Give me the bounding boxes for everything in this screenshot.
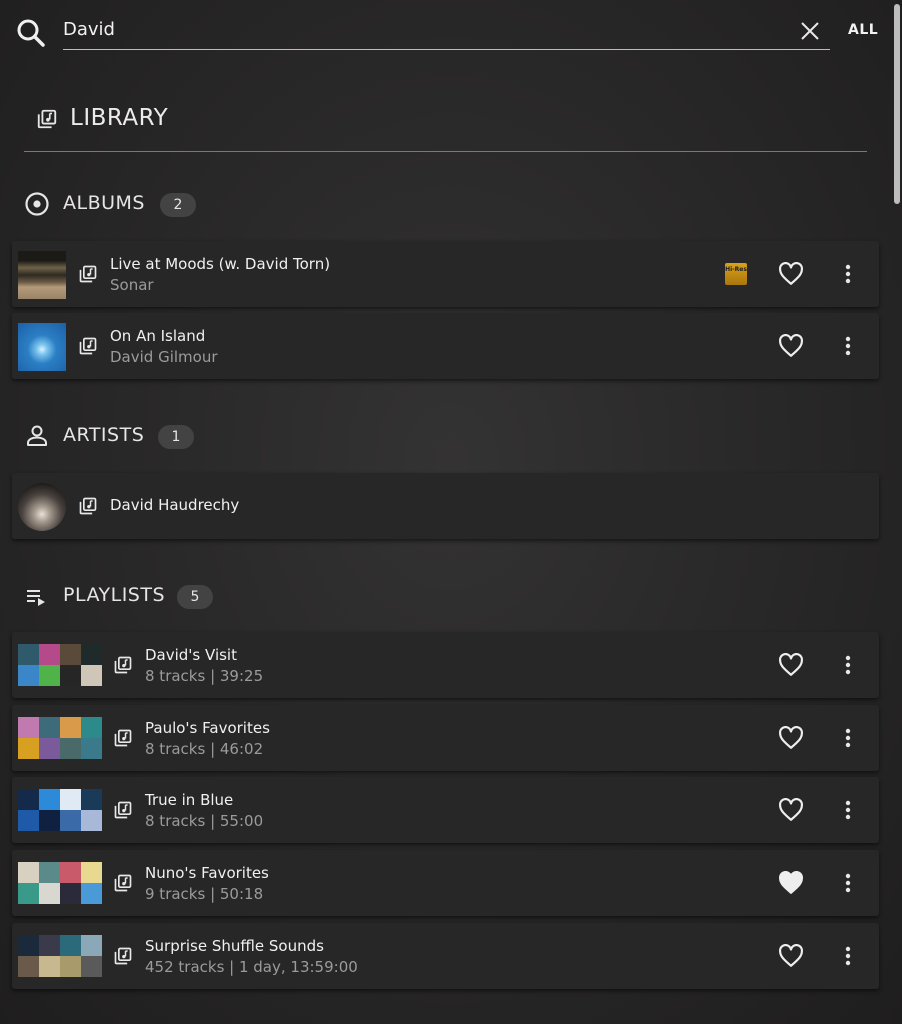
- more-options-icon[interactable]: [838, 653, 858, 677]
- playlist-cover-mosaic: [18, 644, 102, 686]
- search-icon[interactable]: [15, 17, 47, 49]
- artist-row[interactable]: David Haudrechy: [12, 473, 879, 539]
- album-artist: Sonar: [110, 276, 154, 294]
- artists-title: ARTISTS: [63, 424, 145, 446]
- albums-section-header: ALBUMS 2: [24, 189, 324, 219]
- library-header: LIBRARY: [24, 100, 867, 152]
- playlist-meta: 452 tracks | 1 day, 13:59:00: [145, 958, 358, 976]
- album-disc-icon: [25, 192, 49, 216]
- scrollbar[interactable]: [894, 4, 900, 1020]
- more-options-icon[interactable]: [838, 334, 858, 358]
- playlists-count-badge: 5: [177, 585, 213, 609]
- more-options-icon[interactable]: [838, 726, 858, 750]
- library-icon: [113, 946, 133, 966]
- more-options-icon[interactable]: [838, 262, 858, 286]
- heart-filled-icon[interactable]: [778, 871, 804, 895]
- artist-avatar: [18, 483, 66, 531]
- heart-icon[interactable]: [778, 653, 804, 677]
- playlists-section-header: PLAYLISTS 5: [24, 581, 324, 611]
- playlist-row[interactable]: Surprise Shuffle Sounds 452 tracks | 1 d…: [12, 923, 879, 989]
- albums-title: ALBUMS: [63, 192, 145, 214]
- playlist-meta: 8 tracks | 39:25: [145, 667, 264, 685]
- more-options-icon[interactable]: [838, 944, 858, 968]
- album-row[interactable]: On An Island David Gilmour: [12, 313, 879, 379]
- playlist-cover-mosaic: [18, 717, 102, 759]
- playlist-title: David's Visit: [145, 646, 237, 664]
- search-scope-button[interactable]: ALL: [848, 22, 878, 38]
- playlist-cover-mosaic: [18, 789, 102, 831]
- playlist-meta: 8 tracks | 55:00: [145, 812, 264, 830]
- library-icon: [113, 800, 133, 820]
- playlist-icon: [27, 590, 45, 606]
- playlist-row[interactable]: Paulo's Favorites 8 tracks | 46:02: [12, 705, 879, 771]
- heart-icon[interactable]: [778, 334, 804, 358]
- album-artist: David Gilmour: [110, 348, 218, 366]
- album-row[interactable]: Live at Moods (w. David Torn) Sonar Hi-R…: [12, 241, 879, 307]
- artist-name: David Haudrechy: [110, 496, 240, 514]
- playlist-row[interactable]: David's Visit 8 tracks | 39:25: [12, 632, 879, 698]
- playlist-meta: 8 tracks | 46:02: [145, 740, 264, 758]
- playlists-title: PLAYLISTS: [63, 584, 166, 606]
- artists-count-badge: 1: [158, 425, 194, 449]
- playlist-cover-mosaic: [18, 935, 102, 977]
- playlist-title: Nuno's Favorites: [145, 864, 269, 882]
- albums-count-badge: 2: [160, 193, 196, 217]
- library-icon: [113, 655, 133, 675]
- playlist-meta: 9 tracks | 50:18: [145, 885, 264, 903]
- library-icon: [78, 264, 98, 284]
- library-icon: [78, 496, 98, 516]
- album-cover: [18, 323, 66, 371]
- library-icon: [113, 728, 133, 748]
- album-title: Live at Moods (w. David Torn): [110, 255, 331, 273]
- search-bar: ALL: [0, 0, 890, 62]
- library-icon: [113, 873, 133, 893]
- heart-icon[interactable]: [778, 262, 804, 286]
- person-icon: [27, 425, 47, 446]
- close-icon[interactable]: [799, 20, 821, 42]
- playlist-title: True in Blue: [145, 791, 234, 809]
- search-input[interactable]: [63, 14, 830, 50]
- hires-badge: Hi-Res: [725, 263, 747, 285]
- playlist-cover-mosaic: [18, 862, 102, 904]
- album-cover: [18, 251, 66, 299]
- playlist-title: Surprise Shuffle Sounds: [145, 937, 324, 955]
- scrollbar-thumb[interactable]: [894, 4, 900, 204]
- playlist-row[interactable]: Nuno's Favorites 9 tracks | 50:18: [12, 850, 879, 916]
- library-title: LIBRARY: [70, 105, 169, 131]
- library-icon: [36, 108, 58, 130]
- more-options-icon[interactable]: [838, 798, 858, 822]
- playlist-row[interactable]: True in Blue 8 tracks | 55:00: [12, 777, 879, 843]
- heart-icon[interactable]: [778, 798, 804, 822]
- library-icon: [78, 336, 98, 356]
- heart-icon[interactable]: [778, 726, 804, 750]
- artists-section-header: ARTISTS 1: [24, 421, 324, 451]
- more-options-icon[interactable]: [838, 871, 858, 895]
- heart-icon[interactable]: [778, 944, 804, 968]
- playlist-title: Paulo's Favorites: [145, 719, 270, 737]
- album-title: On An Island: [110, 327, 206, 345]
